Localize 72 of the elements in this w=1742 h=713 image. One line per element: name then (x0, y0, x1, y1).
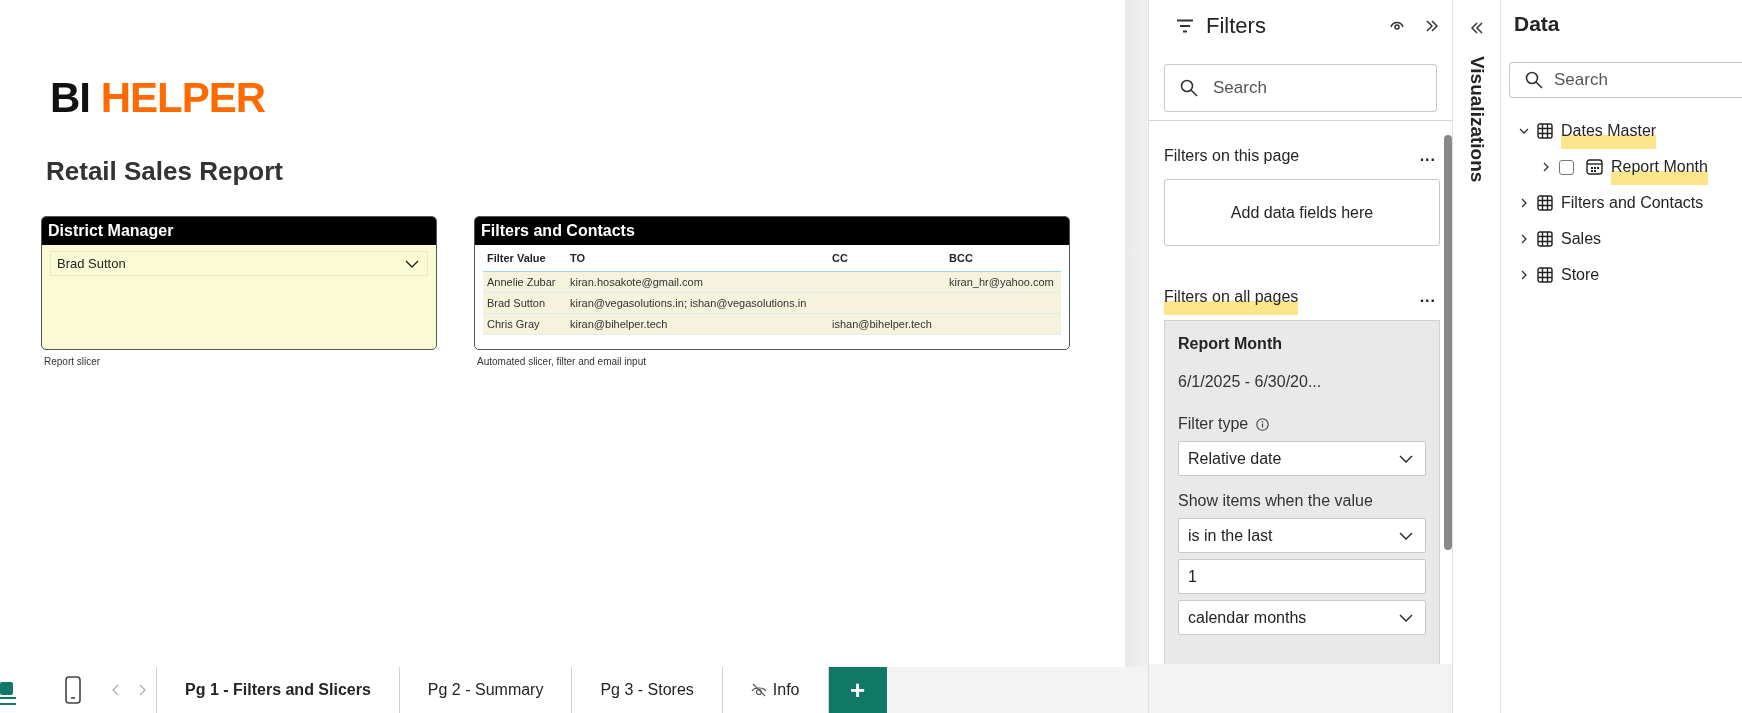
page-tab[interactable]: Pg 1 - Filters and Slicers (157, 667, 400, 713)
visual-caption: Automated slicer, filter and email input (477, 356, 647, 367)
table-cell: kiran_hr@yahoo.com (945, 271, 1061, 293)
input-field[interactable]: 1 (1178, 559, 1426, 594)
column-header: BCC (945, 245, 1061, 272)
eye-icon[interactable] (1390, 21, 1404, 31)
table-icon (1537, 123, 1553, 139)
table-cell: kiran.hosakote@gmail.com (566, 271, 828, 293)
search-field[interactable]: Search (1509, 62, 1742, 98)
filter-icon (1176, 19, 1194, 33)
more-options[interactable]: ... (1419, 288, 1436, 306)
logo: BI HELPER (50, 78, 266, 118)
visual-caption: Report slicer (44, 356, 102, 367)
table-cell: Annelie Zubar (483, 271, 566, 293)
tree-item: Report Month (1611, 158, 1708, 176)
hidden-icon (750, 683, 767, 697)
section-title: Filters on this page (1164, 147, 1300, 165)
column-header: Filter Value (483, 245, 566, 272)
pane-title: Data (1513, 11, 1561, 37)
table-icon (1537, 231, 1553, 247)
field-label: Filter type (1178, 415, 1249, 433)
page-tab[interactable]: Info (722, 667, 829, 713)
tree-item: Filters and Contacts (1561, 194, 1704, 212)
table-icon (1537, 195, 1553, 211)
operator-dropdown[interactable]: is in the last (1178, 518, 1426, 553)
tree-item: Dates Master (1561, 122, 1657, 140)
filter-summary: 6/1/2025 - 6/30/20... (1178, 373, 1323, 391)
page-tab[interactable]: Pg 2 - Summary (399, 667, 573, 713)
search-field[interactable]: Search (1164, 64, 1437, 112)
more-options[interactable]: ... (1419, 147, 1436, 165)
calendar-icon (1586, 159, 1603, 175)
chevron-right-icon[interactable] (1521, 234, 1527, 244)
chevron-right-icon[interactable] (1521, 270, 1527, 280)
filter-type-dropdown[interactable]: Relative date (1178, 441, 1426, 476)
search-icon (1525, 71, 1543, 89)
drop-zone[interactable]: Add data fields here (1164, 179, 1440, 246)
section-title: Filters on all pages (1164, 288, 1299, 306)
table-cell: ishan@bihelper.tech (828, 313, 945, 335)
info-icon (1256, 417, 1270, 431)
chevron-down-icon (405, 259, 419, 268)
phone-icon (65, 676, 81, 704)
double-chevron-left-icon[interactable] (1470, 22, 1483, 34)
double-chevron-right-icon[interactable] (1426, 20, 1438, 32)
filter-field-name: Report Month (1178, 335, 1283, 353)
report-title: Retail Sales Report (46, 156, 284, 186)
chevron-down-icon[interactable] (1519, 128, 1529, 134)
table-cell: kiran@vegasolutions.in; ishan@vegasolutions.in (566, 292, 828, 314)
add-page-button[interactable]: + (828, 667, 887, 713)
tree-item: Store (1561, 266, 1600, 284)
pane-title: Filters (1206, 13, 1267, 39)
table-cell: kiran@bihelper.tech (566, 313, 828, 335)
checkbox[interactable] (1559, 159, 1574, 175)
page-tab[interactable]: Pg 3 - Stores (572, 667, 723, 713)
table-cell: Brad Sutton (483, 292, 566, 314)
tree-item: Sales (1561, 230, 1602, 248)
visual-title: District Manager (42, 217, 436, 245)
chevron-right-icon[interactable] (1521, 198, 1527, 208)
table-icon (1537, 267, 1553, 283)
chevron-down-icon (1399, 454, 1413, 463)
column-header: CC (828, 245, 945, 272)
chevron-right-icon[interactable] (1543, 162, 1549, 172)
search-icon (1180, 79, 1198, 97)
column-header: TO (566, 245, 828, 272)
chevron-down-icon (1399, 531, 1413, 540)
pane-title[interactable]: Visualizations (1465, 56, 1488, 183)
scrollbar-thumb[interactable] (1444, 135, 1452, 550)
visual-title: Filters and Contacts (475, 217, 1069, 245)
unit-dropdown[interactable]: calendar months (1178, 600, 1426, 635)
table-cell: Chris Gray (483, 313, 566, 335)
field-label: Show items when the value (1178, 492, 1374, 510)
slicer-dropdown[interactable]: Brad Sutton (50, 251, 428, 276)
chevron-down-icon (1399, 613, 1413, 622)
